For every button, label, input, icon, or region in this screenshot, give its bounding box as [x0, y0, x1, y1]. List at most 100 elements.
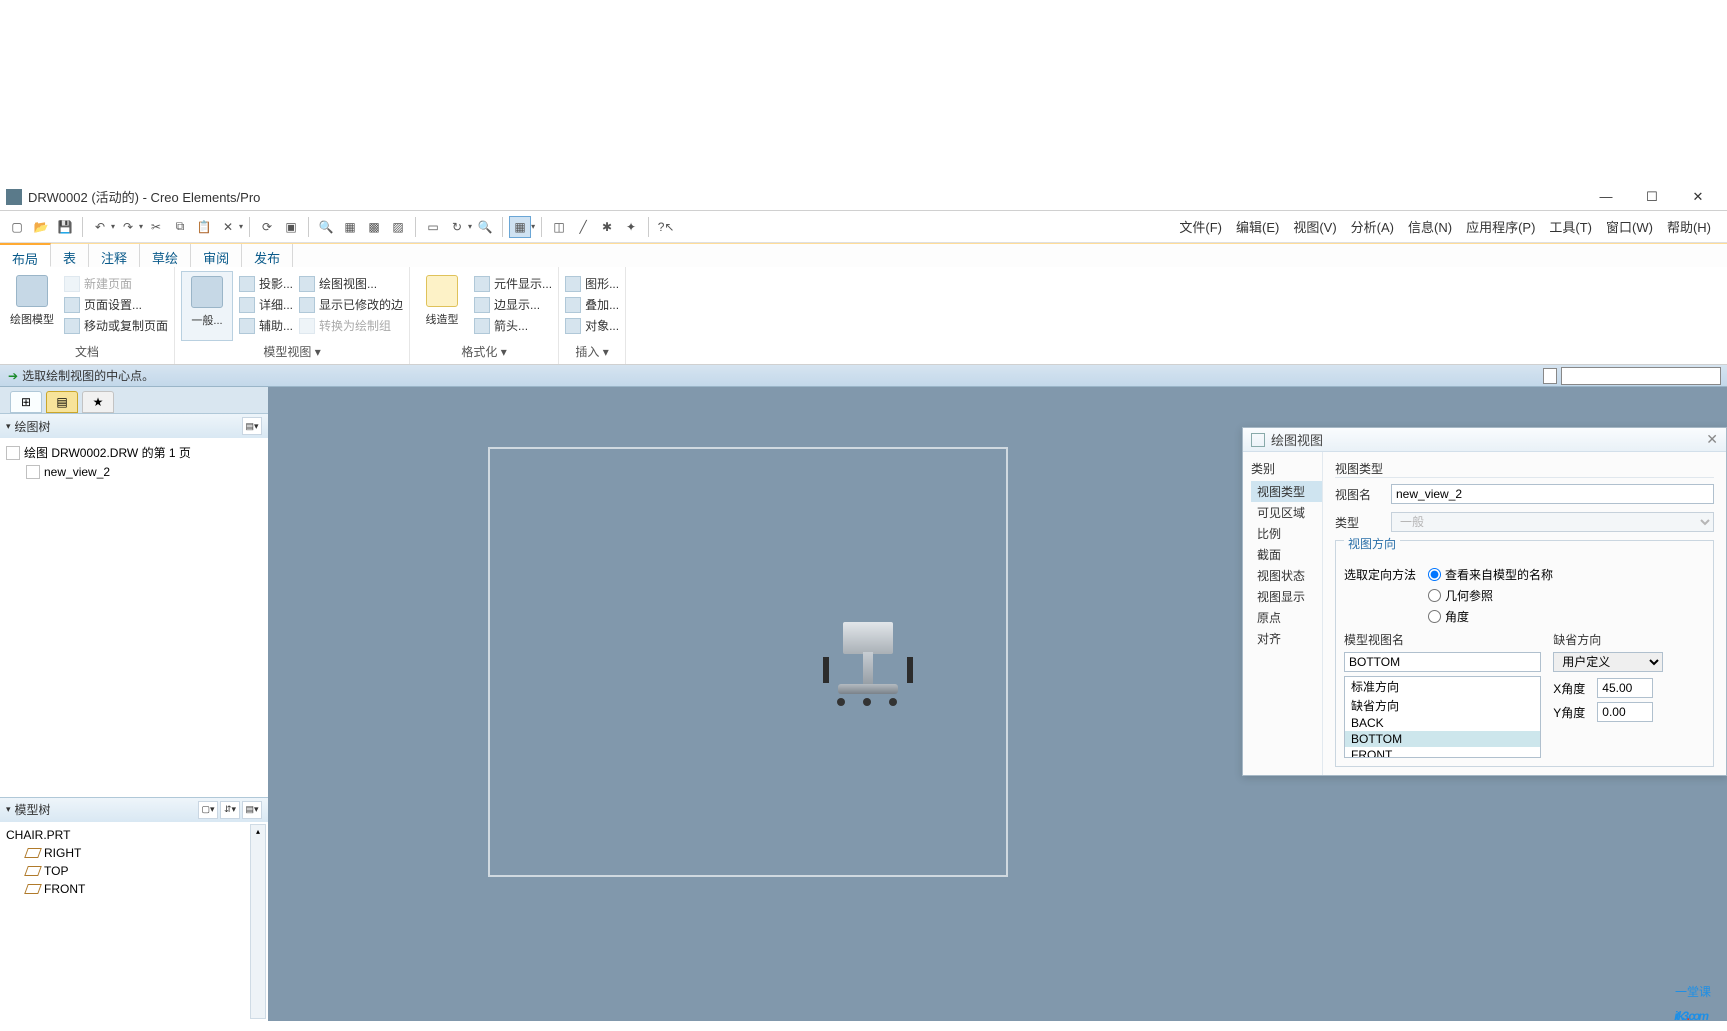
drawing-view-button[interactable]: 绘图视图...: [299, 275, 403, 292]
maximize-button[interactable]: ☐: [1629, 183, 1675, 211]
save-icon[interactable]: 💾: [54, 216, 76, 238]
move-copy-page-button[interactable]: 移动或复制页面: [64, 317, 168, 334]
copy-icon[interactable]: ⧉: [169, 216, 191, 238]
delete-icon[interactable]: ✕: [217, 216, 239, 238]
menu-analysis[interactable]: 分析(A): [1351, 217, 1394, 236]
edge-display-button[interactable]: 边显示...: [474, 296, 552, 313]
tool-a-icon[interactable]: ▦: [339, 216, 361, 238]
list-item[interactable]: 缺省方向: [1345, 696, 1540, 715]
list-item[interactable]: BACK: [1345, 715, 1540, 731]
cat-viewstate[interactable]: 视图状态: [1251, 565, 1322, 586]
cut-icon[interactable]: ✂: [145, 216, 167, 238]
refresh-icon[interactable]: ↻: [446, 216, 468, 238]
undo-icon[interactable]: ↶: [89, 216, 111, 238]
menu-edit[interactable]: 编辑(E): [1236, 217, 1279, 236]
new-page-button[interactable]: 新建页面: [64, 275, 168, 292]
orient-radio-geomref[interactable]: 几何参照: [1428, 587, 1553, 604]
menu-file[interactable]: 文件(F): [1179, 217, 1222, 236]
orient-radio-modelname[interactable]: 查看来自模型的名称: [1428, 566, 1553, 583]
help-pointer-icon[interactable]: ?↖: [655, 216, 677, 238]
tab-table[interactable]: 表: [51, 244, 89, 267]
menu-help[interactable]: 帮助(H): [1667, 217, 1711, 236]
cat-visarea[interactable]: 可见区域: [1251, 502, 1322, 523]
menu-info[interactable]: 信息(N): [1408, 217, 1452, 236]
tab-annotate[interactable]: 注释: [89, 244, 140, 267]
datum-csys-icon[interactable]: ✦: [620, 216, 642, 238]
list-item[interactable]: FRONT: [1345, 747, 1540, 758]
cat-viewdisp[interactable]: 视图显示: [1251, 586, 1322, 607]
insert-graphic-button[interactable]: 图形...: [565, 275, 619, 292]
close-button[interactable]: ✕: [1675, 183, 1721, 211]
insert-overlay-button[interactable]: 叠加...: [565, 296, 619, 313]
list-item[interactable]: BOTTOM: [1345, 731, 1540, 747]
list-item[interactable]: 标准方向: [1345, 677, 1540, 696]
model-tree-part[interactable]: CHAIR.PRT: [2, 826, 266, 844]
datum-plane-icon[interactable]: ◫: [548, 216, 570, 238]
new-icon[interactable]: ▢: [6, 216, 28, 238]
select-icon[interactable]: ▭: [422, 216, 444, 238]
open-icon[interactable]: 📂: [30, 216, 52, 238]
insert-object-button[interactable]: 对象...: [565, 317, 619, 334]
auxiliary-view-button[interactable]: 辅助...: [239, 317, 293, 334]
navigator-tab-2[interactable]: ▤: [46, 391, 78, 413]
datum-axis-icon[interactable]: ╱: [572, 216, 594, 238]
regen-icon[interactable]: ⟳: [256, 216, 278, 238]
datum-front[interactable]: FRONT: [2, 880, 266, 898]
model-tree-btn1[interactable]: ▢▾: [198, 801, 218, 819]
paste-icon[interactable]: 📋: [193, 216, 215, 238]
page-setup-button[interactable]: 页面设置...: [64, 296, 168, 313]
defdir-select[interactable]: 用户定义: [1553, 652, 1663, 672]
component-display-button[interactable]: 元件显示...: [474, 275, 552, 292]
tool-b-icon[interactable]: ▩: [363, 216, 385, 238]
tab-review[interactable]: 审阅: [191, 244, 242, 267]
menu-view[interactable]: 视图(V): [1293, 217, 1336, 236]
filter-dropdown[interactable]: [1561, 367, 1721, 385]
dialog-close-button[interactable]: ✕: [1706, 431, 1718, 448]
line-style-button[interactable]: 线造型: [416, 271, 468, 341]
general-view-button[interactable]: 一般...: [181, 271, 233, 341]
model-tree-scrollbar[interactable]: ▴: [250, 824, 266, 1019]
viewname-input[interactable]: [1391, 484, 1714, 504]
display-style-icon[interactable]: ▦: [509, 216, 531, 238]
tab-publish[interactable]: 发布: [242, 244, 293, 267]
model-tree-btn2[interactable]: ⇵▾: [220, 801, 240, 819]
projection-view-button[interactable]: 投影...: [239, 275, 293, 292]
tool-c-icon[interactable]: ▨: [387, 216, 409, 238]
datum-right[interactable]: RIGHT: [2, 844, 266, 862]
minimize-button[interactable]: —: [1583, 183, 1629, 211]
draw-tree-view-item[interactable]: new_view_2: [2, 463, 266, 481]
cat-align[interactable]: 对齐: [1251, 628, 1322, 649]
menu-window[interactable]: 窗口(W): [1606, 217, 1653, 236]
detail-view-button[interactable]: 详细...: [239, 296, 293, 313]
tab-sketch[interactable]: 草绘: [140, 244, 191, 267]
menu-tools[interactable]: 工具(T): [1549, 217, 1592, 236]
menu-app[interactable]: 应用程序(P): [1466, 217, 1535, 236]
zoom-icon[interactable]: 🔍: [474, 216, 496, 238]
convert-to-draft-button[interactable]: 转换为绘制组: [299, 317, 403, 334]
group-format-label: 格式化 ▾: [416, 341, 552, 360]
tab-layout[interactable]: 布局: [0, 243, 51, 267]
modelviewname-label: 模型视图名: [1344, 631, 1541, 648]
status-bar: ➔ 选取绘制视图的中心点。: [0, 365, 1727, 387]
arrow-button[interactable]: 箭头...: [474, 317, 552, 334]
find-icon[interactable]: 🔍: [315, 216, 337, 238]
modelviewname-input[interactable]: [1344, 652, 1541, 672]
navigator-tab-1[interactable]: ⊞: [10, 391, 42, 413]
draw-tree-page-item[interactable]: 绘图 DRW0002.DRW 的第 1 页: [2, 442, 266, 463]
cat-section[interactable]: 截面: [1251, 544, 1322, 565]
show-modified-edges-button[interactable]: 显示已修改的边: [299, 296, 403, 313]
redo-icon[interactable]: ↷: [117, 216, 139, 238]
cat-viewtype[interactable]: 视图类型: [1251, 481, 1322, 502]
draw-tree-settings-button[interactable]: ▤▾: [242, 417, 262, 435]
model-tree-btn3[interactable]: ▤▾: [242, 801, 262, 819]
drawing-canvas[interactable]: 绘图视图 ✕ 类别 视图类型 可见区域 比例 截面 视图状态 视图显示 原点 对…: [268, 387, 1727, 1021]
cat-scale[interactable]: 比例: [1251, 523, 1322, 544]
datum-top[interactable]: TOP: [2, 862, 266, 880]
orientation-listbox[interactable]: 标准方向 缺省方向 BACK BOTTOM FRONT LEFT: [1344, 676, 1541, 758]
cat-origin[interactable]: 原点: [1251, 607, 1322, 628]
model-icon[interactable]: ▣: [280, 216, 302, 238]
drawing-model-button[interactable]: 绘图模型: [6, 271, 58, 341]
orient-radio-angle[interactable]: 角度: [1428, 608, 1553, 625]
datum-point-icon[interactable]: ✱: [596, 216, 618, 238]
navigator-tab-3[interactable]: ★: [82, 391, 114, 413]
